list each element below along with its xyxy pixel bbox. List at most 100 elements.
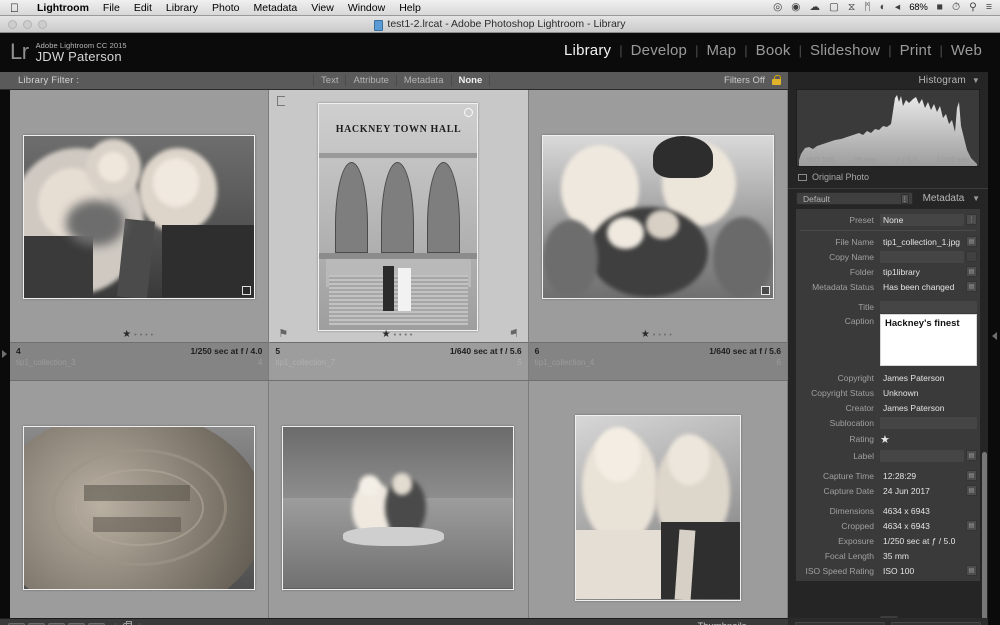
filter-tab-metadata[interactable]: Metadata bbox=[395, 75, 451, 86]
bluetooth-icon[interactable]: ᛗ bbox=[864, 2, 870, 13]
photo-thumbnail[interactable] bbox=[282, 425, 515, 590]
menu-item-window[interactable]: Window bbox=[341, 2, 392, 14]
menu-item-edit[interactable]: Edit bbox=[127, 2, 159, 14]
sync-settings-button[interactable]: Sync Settings bbox=[891, 621, 981, 625]
field-value[interactable] bbox=[880, 449, 964, 462]
menu-item-file[interactable]: File bbox=[96, 2, 127, 14]
field-action-icon[interactable]: ▤ bbox=[966, 565, 977, 576]
metadata-row-title[interactable]: Title bbox=[796, 299, 980, 314]
module-print[interactable]: Print bbox=[892, 42, 940, 59]
airplay-icon[interactable]: ▢ bbox=[829, 2, 839, 13]
metadata-row-capture-time[interactable]: Capture Time 12:28:29 ▤ bbox=[796, 468, 980, 483]
photo-thumbnail[interactable] bbox=[23, 134, 256, 299]
flag-right-icon[interactable]: ⚑ bbox=[509, 327, 519, 340]
grid-cell-5[interactable]: HACKNEY TOWN HALL ⚑ ★•••• ⚑ 5 1/640 sec … bbox=[269, 90, 529, 381]
metadata-title[interactable]: Metadata ▼ bbox=[923, 193, 980, 204]
metadata-view-select[interactable]: Default ⋮ bbox=[796, 192, 913, 205]
module-web[interactable]: Web bbox=[943, 42, 990, 59]
identity-plate[interactable]: Lr Adobe Lightroom CC 2015 JDW Paterson bbox=[0, 41, 127, 64]
metadata-row-creator[interactable]: Creator James Paterson bbox=[796, 400, 980, 415]
chevron-updown-icon[interactable]: ⋮ bbox=[900, 194, 909, 204]
menu-item-help[interactable]: Help bbox=[392, 2, 428, 14]
field-action-icon[interactable]: ▤ bbox=[966, 450, 977, 461]
filter-tab-none[interactable]: None bbox=[450, 75, 491, 86]
metadata-row-sublocation[interactable]: Sublocation bbox=[796, 415, 980, 430]
field-value[interactable]: Has been changed bbox=[880, 281, 964, 293]
field-value[interactable] bbox=[880, 300, 977, 313]
metadata-row-rating[interactable]: Rating ★•••• bbox=[796, 430, 980, 448]
menu-item-photo[interactable]: Photo bbox=[205, 2, 246, 14]
module-map[interactable]: Map bbox=[698, 42, 744, 59]
cell-rating-stars[interactable]: ★•••• bbox=[529, 329, 787, 340]
lock-icon[interactable] bbox=[771, 75, 782, 86]
photo-thumbnail[interactable] bbox=[23, 425, 256, 590]
field-value[interactable]: James Paterson bbox=[880, 402, 977, 414]
menu-item-metadata[interactable]: Metadata bbox=[246, 2, 304, 14]
field-action-icon[interactable]: ▤ bbox=[966, 266, 977, 277]
photo-thumbnail[interactable] bbox=[574, 414, 741, 601]
star-empty-icon[interactable]: • bbox=[913, 438, 919, 445]
field-action-icon[interactable]: ▤ bbox=[966, 236, 977, 247]
field-action-icon[interactable]: ▤ bbox=[966, 485, 977, 496]
field-value[interactable]: Unknown bbox=[880, 387, 977, 399]
metadata-row-copyright-status[interactable]: Copyright Status Unknown bbox=[796, 385, 980, 400]
clock-icon[interactable]: ⏱ bbox=[952, 2, 960, 13]
grid-cell-8[interactable] bbox=[269, 381, 529, 618]
field-dropdown-icon[interactable]: ⋮ bbox=[966, 214, 977, 225]
field-action-icon[interactable]: ▤ bbox=[966, 520, 977, 531]
left-panel-collapse-strip[interactable] bbox=[0, 90, 10, 618]
star-filled-icon[interactable]: ★ bbox=[880, 434, 894, 446]
field-value[interactable] bbox=[880, 416, 977, 429]
battery-icon[interactable]: ■ bbox=[937, 2, 943, 13]
filters-off-label[interactable]: Filters Off bbox=[724, 75, 771, 86]
metadata-row-caption[interactable]: Caption Hackney's finest bbox=[796, 314, 980, 370]
cell-rating-stars[interactable]: ★•••• bbox=[269, 329, 527, 340]
original-photo-checkbox-icon[interactable] bbox=[798, 173, 807, 181]
metadata-row-file-name[interactable]: File Name tip1_collection_1.jpg ▤ bbox=[796, 234, 980, 249]
right-panel-scrollbar[interactable] bbox=[982, 452, 987, 625]
histogram-panel-header[interactable]: Histogram ▼ bbox=[788, 72, 988, 89]
field-value[interactable]: None bbox=[880, 213, 964, 226]
field-value[interactable]: 12:28:29 bbox=[880, 470, 964, 482]
metadata-row-cropped[interactable]: Cropped 4634 x 6943 ▤ bbox=[796, 518, 980, 533]
menu-item-view[interactable]: View bbox=[304, 2, 341, 14]
rating-stars-control[interactable]: ★•••• bbox=[880, 433, 920, 446]
library-filter-bar[interactable]: Library Filter : Text Attribute Metadata… bbox=[0, 72, 788, 90]
module-book[interactable]: Book bbox=[748, 42, 799, 59]
right-panel-collapse-strip[interactable] bbox=[988, 72, 1000, 625]
field-action-icon[interactable]: ▤ bbox=[966, 281, 977, 292]
metadata-row-copyright[interactable]: Copyright James Paterson bbox=[796, 370, 980, 385]
wifi-icon[interactable]: ◐ bbox=[880, 2, 886, 13]
search-icon[interactable]: ⚲ bbox=[969, 2, 977, 13]
metadata-row-preset[interactable]: Preset None ⋮ bbox=[796, 212, 980, 227]
cloud-sync-icon[interactable]: ☁ bbox=[809, 2, 820, 13]
original-photo-toggle[interactable]: Original Photo bbox=[788, 167, 988, 188]
field-value[interactable]: 24 Jun 2017 bbox=[880, 485, 964, 497]
cell-rating-stars[interactable]: ★•••• bbox=[10, 329, 268, 340]
timemachine-icon[interactable]: ⧖ bbox=[848, 2, 855, 13]
develop-badge-icon[interactable] bbox=[464, 107, 474, 117]
apple-menu-icon[interactable]:  bbox=[0, 2, 30, 14]
volume-icon[interactable]: ◂ bbox=[895, 2, 900, 13]
module-library[interactable]: Library bbox=[556, 42, 619, 59]
grid-cell-4[interactable]: ★•••• 4 1/250 sec at f / 4.0 tip1_collec… bbox=[10, 90, 270, 381]
field-value[interactable]: James Paterson bbox=[880, 372, 977, 384]
filter-tab-attribute[interactable]: Attribute bbox=[345, 75, 395, 86]
filter-tab-text[interactable]: Text bbox=[313, 75, 345, 86]
field-action-icon[interactable] bbox=[966, 251, 977, 262]
grid-cell-6[interactable]: ★•••• 6 1/640 sec at f / 5.6 tip1_collec… bbox=[528, 90, 788, 381]
metadata-row-folder[interactable]: Folder tip1library ▤ bbox=[796, 264, 980, 279]
metadata-row-capture-date[interactable]: Capture Date 24 Jun 2017 ▤ bbox=[796, 483, 980, 498]
sync-metadata-button[interactable]: Sync Metadata bbox=[795, 621, 885, 625]
module-develop[interactable]: Develop bbox=[623, 42, 695, 59]
chevron-down-icon[interactable]: ▼ bbox=[972, 76, 980, 85]
histogram-chart[interactable]: ISO 100 35 mm ƒ / 5.0 1/250 sec bbox=[796, 89, 980, 167]
minimize-window-button[interactable] bbox=[23, 20, 32, 29]
field-value[interactable]: tip1_collection_1.jpg bbox=[880, 236, 964, 248]
menu-item-library[interactable]: Library bbox=[159, 2, 205, 14]
crop-badge-icon[interactable] bbox=[242, 285, 252, 295]
field-value[interactable] bbox=[880, 250, 964, 263]
close-window-button[interactable] bbox=[8, 20, 17, 29]
grid-cell-7[interactable] bbox=[10, 381, 270, 618]
grid-cell-9[interactable] bbox=[528, 381, 788, 618]
